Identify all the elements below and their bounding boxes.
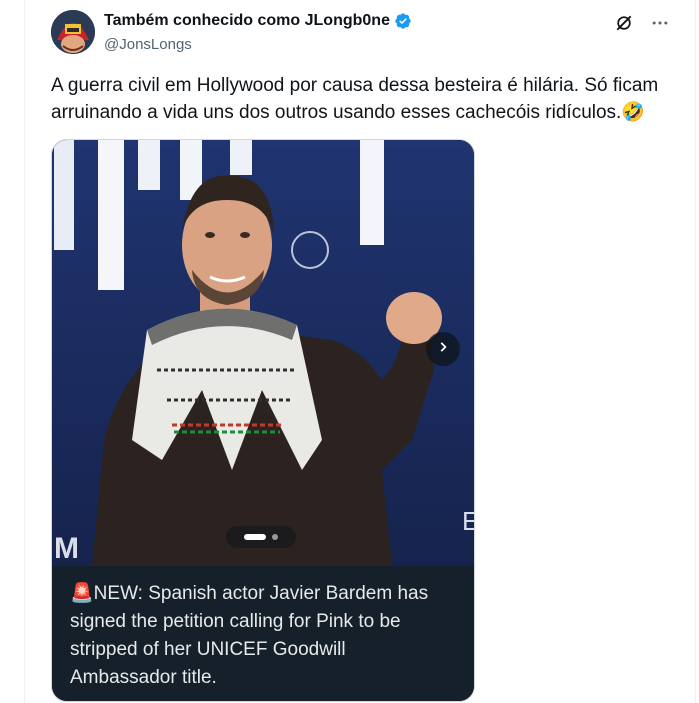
carousel-dot[interactable] <box>272 534 278 540</box>
avatar[interactable] <box>51 10 95 54</box>
svg-text:E: E <box>462 506 474 536</box>
tweet-media[interactable]: M E 🚨NEW: Spanish actor Javier Bardem ha… <box>51 139 475 702</box>
svg-text:M: M <box>54 532 79 565</box>
media-photo[interactable]: M E <box>52 140 474 566</box>
next-image-button[interactable] <box>426 332 460 366</box>
timeline-right-border <box>695 0 696 703</box>
media-caption: 🚨NEW: Spanish actor Javier Bardem has si… <box>52 566 474 701</box>
tweet-actions-top <box>613 12 671 34</box>
siren-emoji: 🚨 <box>70 583 94 604</box>
tweet-text: A guerra civil em Hollywood por causa de… <box>51 72 681 126</box>
carousel-dot-active[interactable] <box>244 534 266 540</box>
verified-badge-icon[interactable] <box>394 12 412 30</box>
more-options-icon[interactable] <box>649 12 671 34</box>
author-name-row: Também conhecido como JLongb0ne <box>104 12 412 30</box>
media-caption-text: NEW: Spanish actor Javier Bardem has sig… <box>70 583 429 688</box>
chevron-right-icon <box>436 340 450 359</box>
carousel-indicator <box>226 526 296 548</box>
rolling-laughing-emoji: 🤣 <box>621 102 646 123</box>
timeline-left-border <box>24 0 25 703</box>
author-display-name[interactable]: Também conhecido como JLongb0ne <box>104 12 390 30</box>
author-handle[interactable]: @JonsLongs <box>104 36 192 53</box>
avatar-image <box>51 10 95 54</box>
tweet-body: A guerra civil em Hollywood por causa de… <box>51 75 659 123</box>
grok-icon[interactable] <box>613 12 635 34</box>
